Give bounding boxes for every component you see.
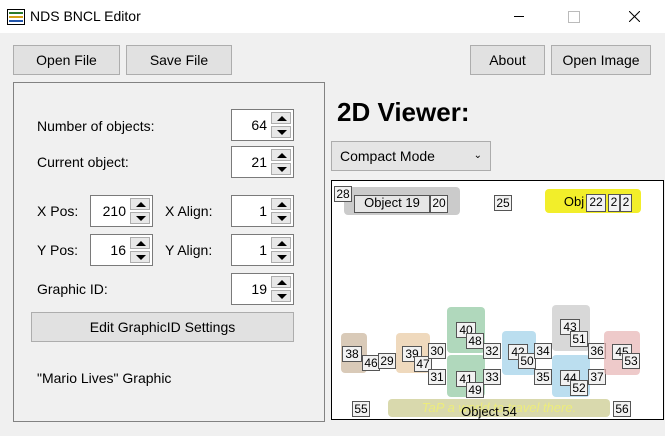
object-25[interactable]: 25 — [494, 195, 512, 211]
spin-down-icon[interactable] — [271, 251, 291, 263]
title-bar: NDS BNCL Editor — [0, 0, 665, 33]
graphic-id-label: Graphic ID: — [37, 281, 108, 297]
object-22[interactable]: 22 — [586, 194, 606, 212]
view-mode-select[interactable]: Compact Mode ⌄ — [331, 141, 491, 171]
object-20[interactable]: 20 — [430, 195, 448, 213]
x-pos-input[interactable]: 210 — [90, 195, 153, 227]
close-icon — [628, 11, 640, 22]
num-objects-spinner[interactable] — [271, 112, 291, 138]
spin-down-icon[interactable] — [271, 163, 291, 175]
spin-up-icon[interactable] — [130, 237, 150, 249]
spin-up-icon[interactable] — [271, 198, 291, 210]
y-align-input[interactable]: 1 — [231, 234, 294, 266]
object-31[interactable]: 31 — [428, 369, 446, 385]
graphic-name-label: "Mario Lives" Graphic — [37, 370, 172, 386]
graphic-id-input[interactable]: 19 — [231, 273, 294, 305]
object-55[interactable]: 55 — [352, 401, 370, 417]
minimize-button[interactable] — [496, 0, 542, 33]
object-48[interactable]: 48 — [466, 333, 484, 349]
object-53[interactable]: 53 — [622, 353, 640, 369]
minimize-icon — [514, 16, 524, 17]
object-29[interactable]: 29 — [378, 353, 396, 369]
num-objects-input[interactable]: 64 — [231, 109, 294, 141]
spin-up-icon[interactable] — [271, 149, 291, 161]
object-52[interactable]: 52 — [570, 380, 588, 396]
spin-down-icon[interactable] — [271, 126, 291, 138]
object-56[interactable]: 56 — [613, 401, 631, 417]
object-49[interactable]: 49 — [466, 382, 484, 398]
y-pos-label: Y Pos: — [37, 242, 78, 258]
spin-down-icon[interactable] — [271, 212, 291, 224]
spin-up-icon[interactable] — [130, 198, 150, 210]
object-2b[interactable]: 2 — [620, 194, 632, 212]
current-object-input[interactable]: 21 — [231, 146, 294, 178]
x-pos-label: X Pos: — [37, 203, 79, 219]
y-pos-input[interactable]: 16 — [90, 234, 153, 266]
y-align-spinner[interactable] — [271, 237, 291, 263]
spin-down-icon[interactable] — [130, 212, 150, 224]
close-button[interactable] — [611, 0, 657, 33]
object-54[interactable]: Object 54 — [454, 405, 524, 419]
chevron-down-icon: ⌄ — [473, 150, 482, 161]
x-align-spinner[interactable] — [271, 198, 291, 224]
save-file-button[interactable]: Save File — [126, 45, 232, 75]
x-align-input[interactable]: 1 — [231, 195, 294, 227]
maximize-button[interactable] — [551, 0, 597, 33]
object-35[interactable]: 35 — [534, 369, 552, 385]
object-33[interactable]: 33 — [483, 369, 501, 385]
viewer-title: 2D Viewer: — [337, 97, 470, 127]
spin-up-icon[interactable] — [271, 237, 291, 249]
num-objects-label: Number of objects: — [37, 118, 155, 134]
spin-down-icon[interactable] — [130, 251, 150, 263]
object-34[interactable]: 34 — [534, 343, 552, 359]
x-align-label: X Align: — [165, 203, 213, 219]
object-32[interactable]: 32 — [483, 343, 501, 359]
object-38[interactable]: 38 — [342, 346, 362, 362]
spin-up-icon[interactable] — [271, 112, 291, 124]
object-28[interactable]: 28 — [334, 186, 352, 202]
current-object-label: Current object: — [37, 154, 129, 170]
current-object-spinner[interactable] — [271, 149, 291, 175]
maximize-icon — [568, 10, 580, 23]
app-icon — [7, 9, 25, 25]
window-title: NDS BNCL Editor — [30, 8, 141, 24]
viewer-canvas[interactable]: 28 Object 19 20 25 Obj 22 2 2 38 46 29 3… — [331, 180, 664, 420]
object-51[interactable]: 51 — [570, 331, 588, 347]
y-align-label: Y Align: — [165, 242, 213, 258]
about-button[interactable]: About — [470, 45, 545, 75]
x-pos-spinner[interactable] — [130, 198, 150, 224]
graphic-id-spinner[interactable] — [271, 276, 291, 302]
spin-up-icon[interactable] — [271, 276, 291, 288]
y-pos-spinner[interactable] — [130, 237, 150, 263]
edit-graphic-id-button[interactable]: Edit GraphicID Settings — [31, 312, 294, 342]
spin-down-icon[interactable] — [271, 290, 291, 302]
object-2a[interactable]: 2 — [608, 194, 620, 212]
open-image-button[interactable]: Open Image — [551, 45, 651, 75]
open-file-button[interactable]: Open File — [13, 45, 120, 75]
object-30[interactable]: 30 — [428, 343, 446, 359]
object-21[interactable]: Obj — [560, 195, 588, 211]
object-19[interactable]: Object 19 — [354, 195, 430, 213]
